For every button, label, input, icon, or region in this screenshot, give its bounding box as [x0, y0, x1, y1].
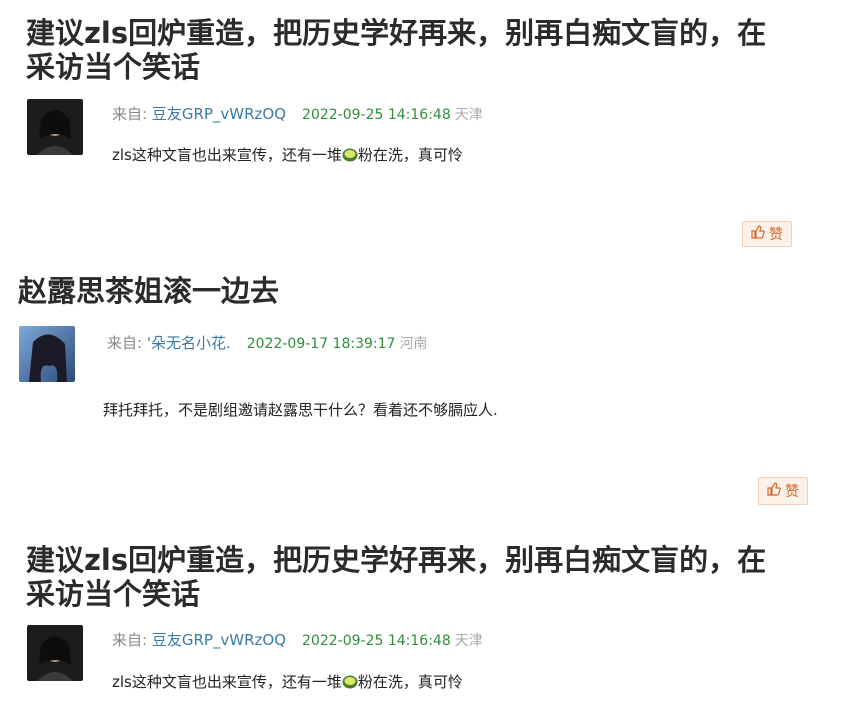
timestamp: 2022-09-17 18:39:17: [246, 336, 396, 352]
location: 河南: [399, 336, 428, 352]
post-content: zls这种文盲也出来宣传，还有一堆 粉在洗，真可怜: [112, 145, 463, 165]
post-title[interactable]: 赵露思茶姐滚一边去: [18, 274, 279, 308]
like-label: 赞: [785, 484, 799, 500]
post-title-line-2: 采访当个笑话: [26, 577, 201, 611]
post-title-line-1: 赵露思茶姐滚一边去: [18, 274, 280, 308]
post-content: 拜托拜托，不是剧组邀请赵露思干什么？看着还不够膈应人.: [103, 400, 498, 420]
avatar[interactable]: [27, 99, 83, 155]
author-link[interactable]: 豆友GRP_vWRzOQ: [152, 631, 286, 649]
author-link[interactable]: 豆友GRP_vWRzOQ: [152, 105, 286, 123]
content-text: 拜托拜托，不是剧组邀请赵露思干什么？看着还不够膈应人.: [103, 401, 498, 419]
thumbs-up-icon: [751, 225, 765, 243]
location: 天津: [454, 633, 483, 649]
melon-emoji-icon: [342, 674, 358, 689]
content-text: zls这种文盲也出来宣传，还有一堆: [112, 673, 342, 691]
post-title-line-2: 采访当个笑话: [26, 50, 201, 84]
timestamp: 2022-09-25 14:16:48: [302, 107, 451, 123]
like-label: 赞: [769, 227, 783, 243]
from-label: 来自:: [112, 105, 152, 123]
avatar[interactable]: [27, 625, 83, 681]
content-text: zls这种文盲也出来宣传，还有一堆: [112, 146, 342, 164]
post-meta: 来自: '朵无名小花. 2022-09-17 18:39:17 河南: [107, 333, 427, 354]
author-link[interactable]: '朵无名小花.: [147, 334, 231, 352]
timestamp: 2022-09-25 14:16:48: [302, 633, 451, 649]
thumbs-up-icon: [767, 482, 781, 500]
post-title-line-1: 建议zls回炉重造，把历史学好再来，别再白痴文盲的，在: [26, 543, 767, 577]
post-meta: 来自: 豆友GRP_vWRzOQ 2022-09-25 14:16:48 天津: [112, 630, 483, 651]
content-text: 粉在洗，真可怜: [357, 673, 463, 691]
like-button[interactable]: 赞: [758, 477, 808, 505]
avatar[interactable]: [19, 326, 75, 382]
post-content: zls这种文盲也出来宣传，还有一堆 粉在洗，真可怜: [112, 672, 463, 692]
post-meta: 来自: 豆友GRP_vWRzOQ 2022-09-25 14:16:48 天津: [112, 104, 483, 125]
location: 天津: [454, 107, 483, 123]
content-text: 粉在洗，真可怜: [357, 146, 463, 164]
post-title[interactable]: 建议zls回炉重造，把历史学好再来，别再白痴文盲的，在 采访当个笑话: [26, 543, 766, 611]
post-title-line-1: 建议zls回炉重造，把历史学好再来，别再白痴文盲的，在: [26, 16, 767, 50]
post-title[interactable]: 建议zls回炉重造，把历史学好再来，别再白痴文盲的，在 采访当个笑话: [26, 16, 766, 84]
melon-emoji-icon: [342, 147, 358, 162]
from-label: 来自:: [107, 334, 147, 352]
like-button[interactable]: 赞: [742, 221, 792, 247]
from-label: 来自:: [112, 631, 152, 649]
